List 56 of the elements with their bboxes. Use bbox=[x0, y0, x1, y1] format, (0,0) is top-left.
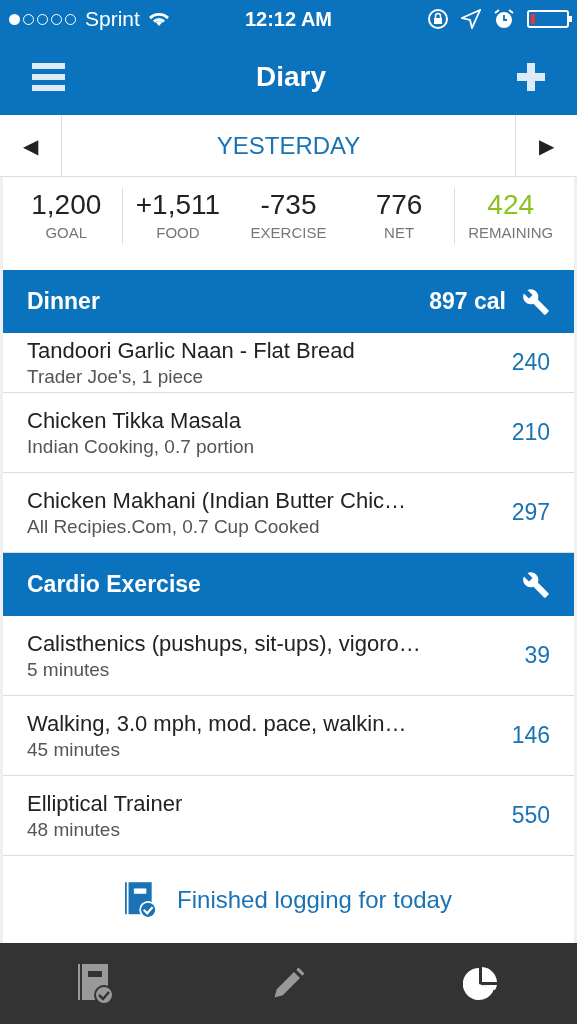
entry-row[interactable]: Chicken Tikka Masala Indian Cooking, 0.7 portion 210 bbox=[3, 393, 574, 473]
entry-row[interactable]: Elliptical Trainer 48 minutes 550 bbox=[3, 776, 574, 856]
summary-value: +1,511 bbox=[135, 187, 221, 222]
entry-calories: 39 bbox=[524, 641, 550, 671]
notebook-check-icon bbox=[125, 880, 158, 919]
section-total: 897 cal bbox=[429, 287, 506, 317]
summary-value: 776 bbox=[375, 187, 423, 222]
summary-label: GOAL bbox=[45, 222, 88, 243]
entry-name: Elliptical Trainer bbox=[27, 789, 184, 818]
add-icon[interactable] bbox=[517, 62, 545, 91]
alarm-clock-icon bbox=[493, 8, 515, 30]
date-label: YESTERDAY bbox=[215, 130, 362, 161]
summary-value: 1,200 bbox=[31, 187, 102, 222]
next-day-button[interactable]: ▶ bbox=[515, 115, 577, 176]
entry-calories: 297 bbox=[511, 498, 550, 528]
wifi-icon bbox=[147, 11, 170, 27]
wrench-icon[interactable] bbox=[522, 570, 550, 599]
entry-row[interactable]: Tandoori Garlic Naan - Flat Bread Trader Joe's, 1 piece 240 bbox=[3, 333, 574, 393]
entry-detail: 5 minutes bbox=[27, 657, 111, 682]
section-title: Dinner bbox=[27, 287, 101, 317]
entry-name: Chicken Makhani (Indian Butter Chic… bbox=[27, 486, 408, 515]
entry-row[interactable]: Walking, 3.0 mph, mod. pace, walkin… 45 minutes 146 bbox=[3, 696, 574, 776]
previous-day-button[interactable]: ◀ bbox=[0, 115, 62, 176]
carrier-name: Sprint bbox=[85, 6, 140, 33]
entry-name: Walking, 3.0 mph, mod. pace, walkin… bbox=[27, 709, 408, 738]
battery-icon bbox=[527, 10, 569, 28]
entry-calories: 210 bbox=[511, 418, 550, 448]
summary-label: NET bbox=[384, 222, 415, 243]
entry-detail: 45 minutes bbox=[27, 737, 121, 762]
finished-logging-link[interactable]: Finished logging for today bbox=[177, 881, 452, 918]
summary-label: FOOD bbox=[156, 222, 200, 243]
menu-icon[interactable] bbox=[32, 62, 65, 91]
page-title: Diary bbox=[254, 59, 327, 94]
entry-calories: 146 bbox=[511, 721, 550, 751]
summary-label: EXERCISE bbox=[250, 222, 327, 243]
summary-value: -735 bbox=[260, 187, 317, 222]
section-title: Cardio Exercise bbox=[27, 570, 202, 600]
summary-value: 424 bbox=[487, 187, 535, 222]
entry-name: Calisthenics (pushups, sit-ups), vigoro… bbox=[27, 629, 422, 658]
entry-detail: All Recipies.Com, 0.7 Cup Cooked bbox=[27, 514, 321, 539]
notebook-check-icon bbox=[78, 963, 115, 1004]
entry-calories: 550 bbox=[511, 801, 550, 831]
entry-calories: 240 bbox=[511, 348, 550, 378]
entry-name: Tandoori Garlic Naan - Flat Bread bbox=[27, 336, 356, 365]
entry-row[interactable]: Calisthenics (pushups, sit-ups), vigoro… 5 minutes 39 bbox=[3, 616, 574, 696]
entry-name: Chicken Tikka Masala bbox=[27, 406, 242, 435]
location-arrow-icon bbox=[461, 9, 481, 29]
rotation-lock-icon bbox=[427, 8, 449, 30]
summary-label: REMAINING bbox=[468, 222, 554, 243]
entry-detail: 48 minutes bbox=[27, 817, 121, 842]
clock-time: 12:12 AM bbox=[244, 7, 333, 32]
entry-detail: Trader Joe's, 1 piece bbox=[27, 364, 205, 389]
signal-icon bbox=[8, 12, 77, 26]
wrench-icon[interactable] bbox=[522, 287, 550, 316]
pie-chart-icon bbox=[462, 965, 499, 1002]
entry-detail: Indian Cooking, 0.7 portion bbox=[27, 434, 256, 459]
